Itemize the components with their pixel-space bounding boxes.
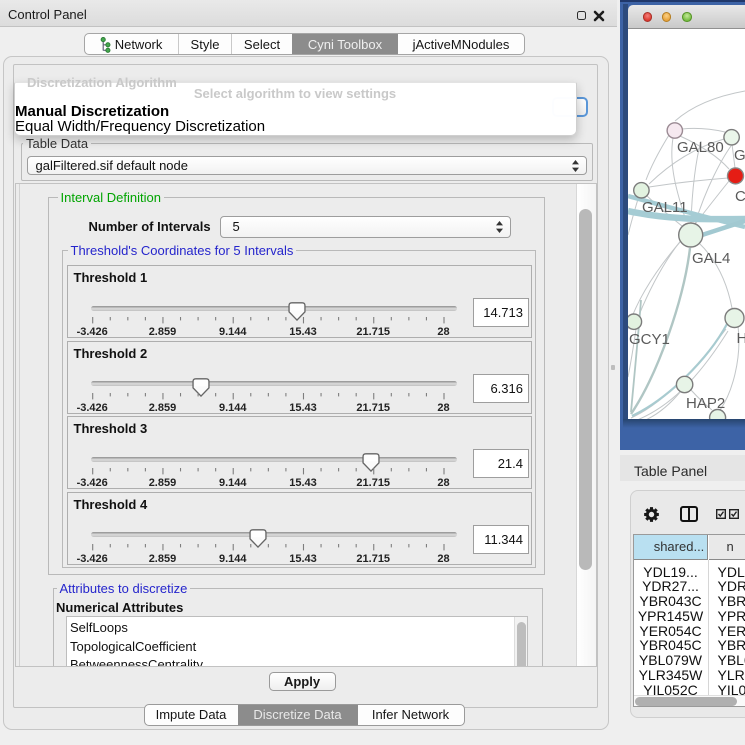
svg-text:GCY1: GCY1 [629,331,670,348]
svg-text:GAL80: GAL80 [677,139,724,156]
svg-text:GA: GA [734,147,745,164]
svg-text:GAL11: GAL11 [642,199,688,216]
svg-text:H: H [737,330,745,347]
svg-text:HAP2: HAP2 [686,395,725,412]
svg-text:C: C [735,188,745,205]
svg-text:GAL4: GAL4 [692,250,730,267]
